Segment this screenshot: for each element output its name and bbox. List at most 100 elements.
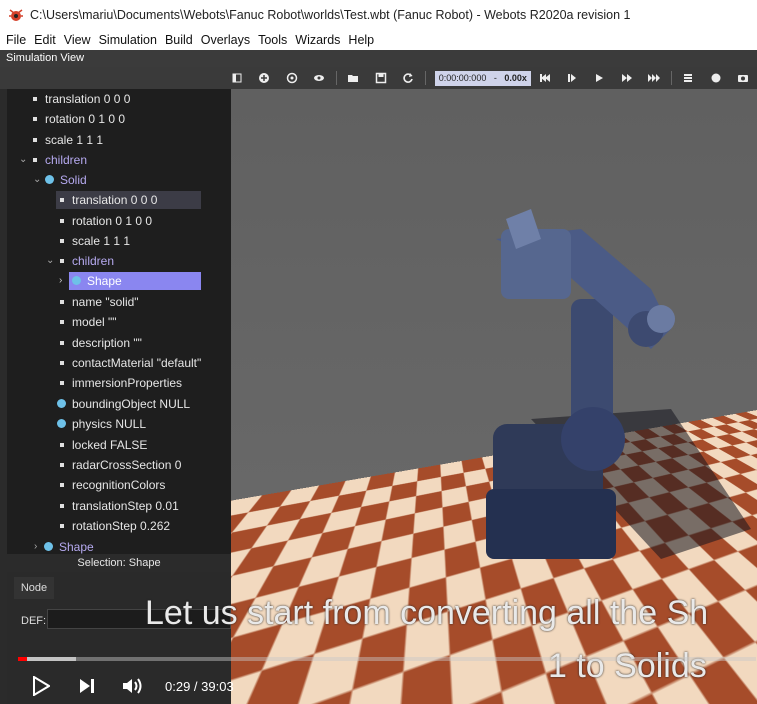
tree-row[interactable]: name "solid" — [60, 293, 143, 311]
field-bullet-icon — [60, 361, 64, 365]
tree-row[interactable]: translationStep 0.01 — [60, 497, 183, 515]
simulation-speed: 0.00x — [504, 73, 527, 83]
field-bullet-icon — [60, 381, 64, 385]
collapsed-chevron-icon[interactable]: › — [59, 272, 62, 290]
window-title-bar: C:\Users\mariu\Documents\Webots\Fanuc Ro… — [0, 0, 757, 30]
field-bullet-icon — [33, 117, 37, 121]
menu-build[interactable]: Build — [165, 33, 193, 47]
menu-bar: File Edit View Simulation Build Overlays… — [0, 30, 757, 50]
reload-world-icon[interactable] — [394, 67, 421, 89]
expanded-chevron-icon[interactable]: ⌄ — [33, 171, 41, 189]
tree-row-selected[interactable]: › Shape — [69, 272, 201, 290]
video-controls: 0:29 / 39:03 — [0, 668, 757, 704]
menu-help[interactable]: Help — [348, 33, 374, 47]
tree-row-label: boundingObject NULL — [72, 397, 190, 411]
node-dot-icon — [44, 542, 53, 551]
add-node-icon[interactable] — [250, 67, 277, 89]
tree-row[interactable]: rotation 0 1 0 0 — [33, 110, 129, 128]
field-bullet-icon — [60, 483, 64, 487]
volume-icon[interactable] — [117, 670, 149, 702]
follow-object-icon[interactable] — [278, 67, 305, 89]
field-bullet-icon — [60, 524, 64, 528]
panel-title: Simulation View — [0, 50, 757, 67]
rendering-icon[interactable] — [675, 67, 702, 89]
play-button-icon[interactable] — [25, 670, 57, 702]
tree-row[interactable]: recognitionColors — [60, 476, 169, 494]
tree-row[interactable]: locked FALSE — [60, 436, 151, 454]
scene-tree[interactable]: translation 0 0 0 rotation 0 1 0 0 scale… — [7, 89, 231, 554]
tree-row[interactable]: scale 1 1 1 — [33, 131, 107, 149]
view-eye-icon[interactable] — [305, 67, 332, 89]
menu-file[interactable]: File — [6, 33, 26, 47]
expanded-chevron-icon[interactable]: ⌄ — [19, 151, 27, 169]
tree-row[interactable]: physics NULL — [57, 415, 150, 433]
field-bullet-icon — [60, 320, 64, 324]
selection-status: Selection: Shape — [7, 554, 231, 572]
toolbar-divider — [671, 71, 672, 85]
tree-row[interactable]: rotation 0 1 0 0 — [60, 212, 156, 230]
open-world-icon[interactable] — [340, 67, 367, 89]
tree-row-label: model "" — [72, 315, 117, 329]
tree-row-label: translation 0 0 0 — [45, 92, 130, 106]
window-title: C:\Users\mariu\Documents\Webots\Fanuc Ro… — [30, 8, 630, 22]
menu-view[interactable]: View — [64, 33, 91, 47]
play-icon[interactable] — [586, 67, 613, 89]
node-dot-icon — [57, 399, 66, 408]
tree-row-label: scale 1 1 1 — [45, 133, 103, 147]
toggle-scene-tree-icon[interactable] — [223, 67, 250, 89]
tree-row[interactable]: translation 0 0 0 — [33, 90, 134, 108]
tree-row-label: rotation 0 1 0 0 — [45, 112, 125, 126]
toolbar-divider — [425, 71, 426, 85]
field-bullet-icon — [60, 219, 64, 223]
tree-row[interactable]: contactMaterial "default" — [60, 354, 205, 372]
tree-row-label: name "solid" — [72, 295, 139, 309]
save-world-icon[interactable] — [367, 67, 394, 89]
menu-simulation[interactable]: Simulation — [99, 33, 157, 47]
menu-wizards[interactable]: Wizards — [295, 33, 340, 47]
tree-row[interactable]: ⌄ children — [60, 252, 118, 270]
step-icon[interactable] — [558, 67, 585, 89]
node-dot-icon — [45, 175, 54, 184]
tab-node[interactable]: Node — [14, 577, 54, 599]
reset-simulation-icon[interactable] — [531, 67, 558, 89]
tree-row[interactable]: ⌄ children — [33, 151, 91, 169]
tree-row-label: Shape — [59, 540, 94, 554]
tree-row-hovered[interactable]: translation 0 0 0 — [56, 191, 201, 209]
tree-row-label: rotation 0 1 0 0 — [72, 214, 152, 228]
tree-row-label: children — [45, 153, 87, 167]
field-bullet-icon — [33, 138, 37, 142]
tree-row[interactable]: boundingObject NULL — [57, 395, 194, 413]
tree-row-label: children — [72, 254, 114, 268]
field-bullet-icon — [33, 158, 37, 162]
collapsed-chevron-icon[interactable]: › — [34, 538, 37, 554]
tree-row[interactable]: › Shape — [44, 538, 98, 554]
tree-row[interactable]: scale 1 1 1 — [60, 232, 134, 250]
tree-row[interactable]: rotationStep 0.262 — [60, 517, 174, 535]
tree-row[interactable]: radarCrossSection 0 — [60, 456, 185, 474]
def-label: DEF: — [21, 615, 46, 627]
field-bullet-icon — [60, 443, 64, 447]
fastest-icon[interactable] — [640, 67, 667, 89]
screenshot-camera-icon[interactable] — [730, 67, 757, 89]
expanded-chevron-icon[interactable]: ⌄ — [46, 252, 54, 270]
record-icon[interactable] — [702, 67, 729, 89]
fast-forward-icon[interactable] — [613, 67, 640, 89]
tree-row-label: rotationStep 0.262 — [72, 519, 170, 533]
tree-row-label: physics NULL — [72, 417, 146, 431]
tree-row-label: translationStep 0.01 — [72, 499, 179, 513]
simulation-toolbar: 0:00:00:000 - 0.00x — [0, 67, 757, 89]
menu-edit[interactable]: Edit — [34, 33, 56, 47]
next-video-icon[interactable] — [71, 670, 103, 702]
menu-overlays[interactable]: Overlays — [201, 33, 250, 47]
field-bullet-icon — [60, 341, 64, 345]
video-progress-bar[interactable] — [18, 657, 756, 661]
tree-row[interactable]: description "" — [60, 334, 146, 352]
tree-row[interactable]: model "" — [60, 313, 121, 331]
menu-tools[interactable]: Tools — [258, 33, 287, 47]
field-bullet-icon — [60, 198, 64, 202]
tree-row-label: Shape — [87, 274, 122, 288]
simulation-time-display: 0:00:00:000 - 0.00x — [435, 71, 531, 86]
tree-row[interactable]: immersionProperties — [60, 374, 186, 392]
tree-row[interactable]: ⌄ Solid — [45, 171, 91, 189]
tree-row-label: immersionProperties — [72, 376, 182, 390]
